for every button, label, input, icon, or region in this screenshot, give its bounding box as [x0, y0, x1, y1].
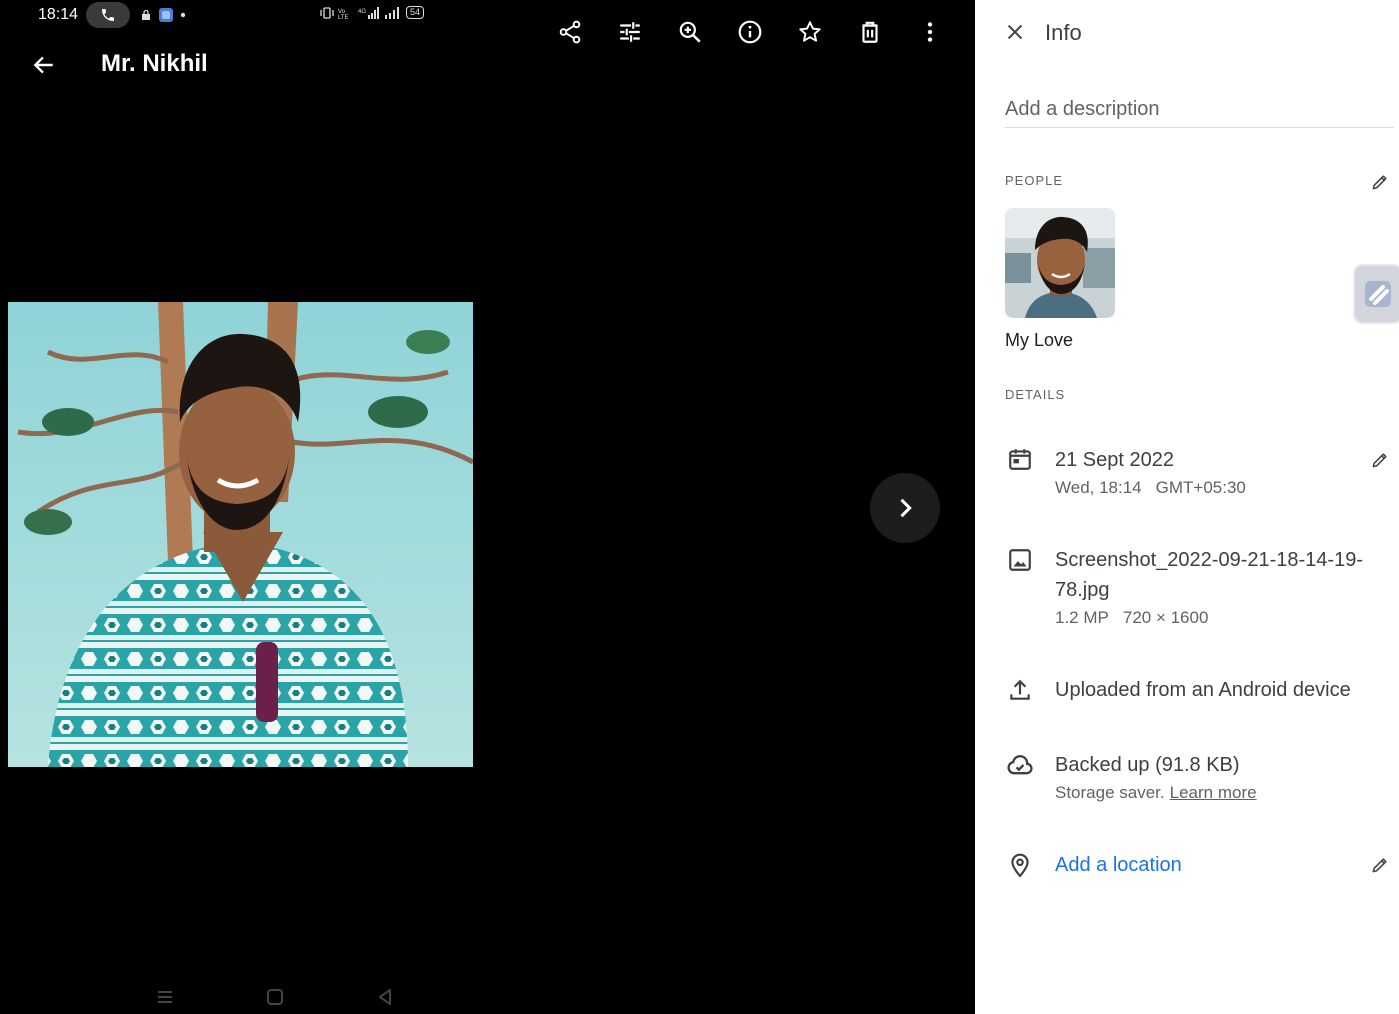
learn-more-link[interactable]: Learn more [1170, 783, 1257, 802]
battery-icon: 54 [406, 6, 425, 19]
status-bar: 18:14 Vo LTE 4G 54 [0, 0, 460, 32]
megapixels: 1.2 MP [1055, 608, 1109, 627]
back-nav-icon[interactable] [330, 984, 440, 1010]
location-pin-icon [1005, 850, 1035, 880]
panel-title: Info [1045, 20, 1082, 45]
system-icons: Vo LTE 4G 54 [320, 6, 425, 19]
notification-icons [140, 7, 186, 23]
signal-icon [385, 6, 399, 19]
photo-viewer: 18:14 Vo LTE 4G 54 Mr. Nikhil [0, 0, 975, 1014]
backup-subtext: Storage saver. Learn more [1055, 783, 1257, 803]
upload-source-text: Uploaded from an Android device [1055, 679, 1351, 701]
volte-icon: VoLTE [338, 9, 349, 19]
file-properties: 1.2 MP 720 × 1600 [1055, 608, 1208, 628]
dot-icon [180, 12, 186, 18]
backup-status-text: Backed up (91.8 KB) [1055, 754, 1240, 776]
calendar-icon [1005, 444, 1035, 474]
date-text: 21 Sept 2022 [1055, 449, 1174, 471]
timezone: GMT+05:30 [1155, 478, 1246, 497]
info-icon[interactable] [720, 14, 780, 50]
vibrate-icon [320, 6, 334, 19]
status-time: 18:14 [38, 6, 79, 23]
page-title: Mr. Nikhil [101, 50, 208, 77]
recents-icon[interactable] [110, 984, 220, 1010]
resolution: 720 × 1600 [1122, 608, 1209, 627]
delete-icon[interactable] [840, 14, 900, 50]
ongoing-call-icon[interactable] [86, 2, 130, 28]
close-icon[interactable] [999, 16, 1031, 48]
add-location-link[interactable]: Add a location [1055, 854, 1182, 877]
day-time: Wed, 18:14 [1055, 478, 1142, 497]
file-name-line1: Screenshot_2022-09-21-18-14-19- [1055, 549, 1363, 571]
svg-text:LTE: LTE [338, 15, 349, 19]
chevron-right-icon [900, 498, 912, 518]
edge-panel-handle[interactable] [1353, 264, 1399, 324]
share-icon[interactable] [540, 14, 600, 50]
person-face-thumbnail[interactable] [1005, 208, 1115, 318]
viewer-toolbar [540, 14, 960, 50]
details-section-label: DETAILS [1005, 387, 1066, 402]
info-panel: Info PEOPLE My Love DETAILS 21 Sept 2022… [975, 0, 1399, 1014]
edit-people-pencil-icon[interactable] [1365, 167, 1395, 197]
more-vert-icon[interactable] [900, 14, 960, 50]
edit-date-pencil-icon[interactable] [1365, 445, 1395, 475]
file-name-line2: 78.jpg [1055, 579, 1110, 601]
edit-adjust-icon[interactable] [600, 14, 660, 50]
people-section-label: PEOPLE [1005, 173, 1064, 188]
person-name[interactable]: My Love [1005, 330, 1073, 351]
date-subtext: Wed, 18:14 GMT+05:30 [1055, 478, 1246, 498]
lock-icon [142, 9, 150, 20]
home-icon[interactable] [220, 984, 330, 1010]
system-nav-bar [110, 984, 440, 1010]
svg-text:4G: 4G [358, 9, 366, 15]
signal-4g-icon: 4G [358, 6, 379, 19]
edit-location-pencil-icon[interactable] [1365, 850, 1395, 880]
main-photo[interactable] [8, 302, 473, 767]
description-input[interactable] [1005, 98, 1394, 128]
edge-panel-icon [1365, 281, 1391, 307]
cloud-done-icon [1005, 750, 1035, 780]
app-notification-icon [159, 8, 173, 22]
storage-saver-text: Storage saver. [1055, 783, 1165, 802]
next-photo-button[interactable] [870, 473, 940, 543]
upload-icon [1005, 675, 1035, 705]
image-file-icon [1005, 545, 1035, 575]
zoom-in-icon[interactable] [660, 14, 720, 50]
back-arrow-icon[interactable] [26, 47, 62, 83]
star-icon[interactable] [780, 14, 840, 50]
